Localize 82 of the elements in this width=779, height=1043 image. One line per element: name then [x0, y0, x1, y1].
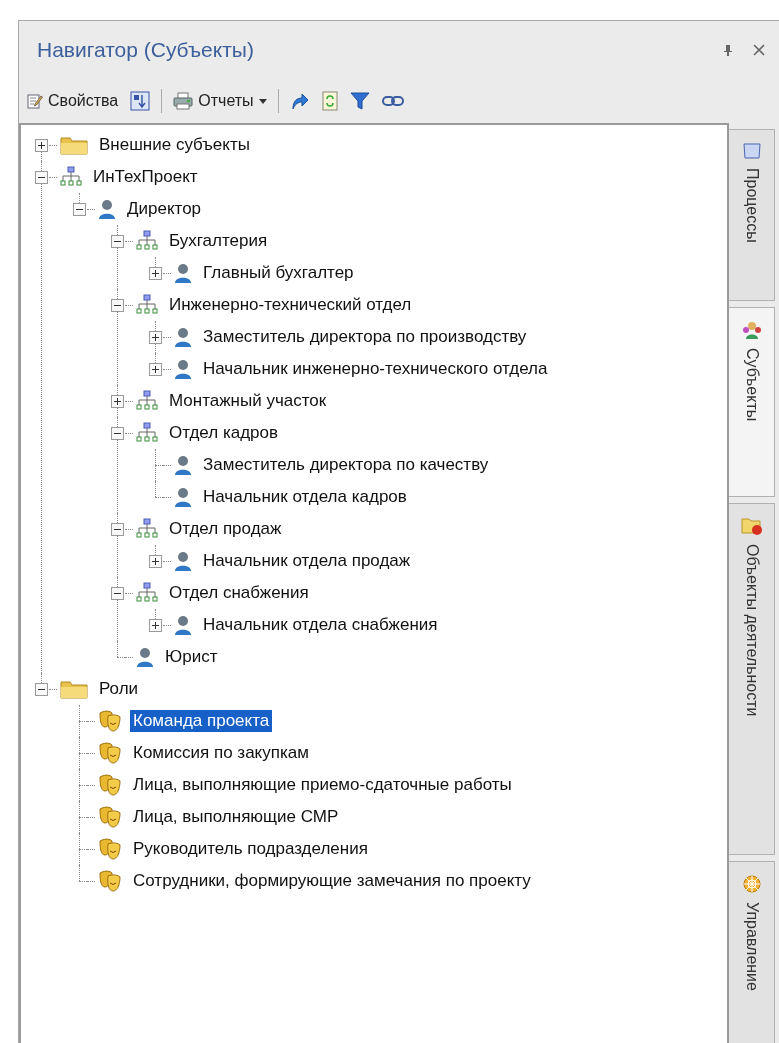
tree-item[interactable]: Комиссия по закупкам — [130, 742, 312, 764]
tree-item[interactable]: Внешние субъекты — [96, 134, 253, 156]
collapse-icon[interactable] — [111, 586, 124, 600]
refresh-icon — [321, 91, 338, 111]
filter-icon — [349, 91, 370, 111]
side-tab[interactable]: Объекты деятельности — [729, 503, 775, 855]
link-icon — [381, 95, 404, 107]
person-icon — [174, 358, 192, 380]
person-icon — [174, 326, 192, 348]
org-chart-icon — [136, 230, 158, 252]
edit-icon — [27, 93, 43, 109]
people-icon — [741, 320, 762, 340]
person-icon — [174, 550, 192, 572]
person-icon — [174, 454, 192, 476]
expand-icon[interactable] — [111, 394, 124, 408]
collapse-icon[interactable] — [111, 522, 124, 536]
tree-item[interactable]: Инженерно-технический отдел — [166, 294, 415, 316]
collapse-icon[interactable] — [35, 170, 48, 184]
expand-icon[interactable] — [149, 330, 162, 344]
tree-item[interactable]: Начальник отдела кадров — [200, 486, 410, 508]
arrow-icon — [289, 91, 310, 111]
folder-icon — [740, 516, 763, 536]
side-tab[interactable]: Управление — [729, 861, 775, 1043]
expand-icon[interactable] — [149, 554, 162, 568]
expand-icon[interactable] — [35, 138, 48, 152]
side-tab[interactable]: Субъекты — [729, 307, 775, 497]
tree-item[interactable]: Бухгалтерия — [166, 230, 271, 252]
tree-item[interactable]: Команда проекта — [130, 710, 273, 732]
tree-item[interactable]: Директор — [124, 198, 205, 220]
org-chart-icon — [136, 294, 158, 316]
expand-icon[interactable] — [149, 362, 162, 376]
pin-icon[interactable] — [723, 44, 733, 56]
tree-item[interactable]: Отдел кадров — [166, 422, 282, 444]
collapse-icon[interactable] — [73, 202, 86, 216]
mask-icon — [98, 709, 122, 733]
person-icon — [174, 262, 192, 284]
tree-item[interactable]: Заместитель директора по производству — [200, 326, 530, 348]
tree-item[interactable]: Начальник отдела снабжения — [200, 614, 441, 636]
org-chart-icon — [136, 582, 158, 604]
tree-item[interactable]: Роли — [96, 678, 142, 700]
collapse-icon[interactable] — [111, 298, 124, 312]
tree-item[interactable]: Сотрудники, формирующие замечания по проекту — [130, 870, 534, 892]
tree-item[interactable]: Главный бухгалтер — [200, 262, 357, 284]
mask-icon — [98, 837, 122, 861]
person-icon — [174, 486, 192, 508]
person-icon — [98, 198, 116, 220]
folder-icon — [60, 135, 88, 155]
mask-icon — [98, 805, 122, 829]
close-icon[interactable] — [753, 44, 765, 56]
tree-item[interactable]: Юрист — [162, 646, 221, 668]
expand-icon[interactable] — [149, 266, 162, 280]
reports-menu-button[interactable]: Отчеты — [169, 90, 271, 112]
mask-icon — [98, 869, 122, 893]
tree-item[interactable]: Руководитель подразделения — [130, 838, 371, 860]
panel-title: Навигатор (Субъекты) — [37, 38, 255, 62]
tree-item[interactable]: Лица, выполняющие приемо-сдаточные работы — [130, 774, 515, 796]
org-chart-icon — [136, 390, 158, 412]
tree-item[interactable]: Отдел продаж — [166, 518, 285, 540]
tree-item[interactable]: Заместитель директора по качеству — [200, 454, 492, 476]
tree-item[interactable]: Отдел снабжения — [166, 582, 312, 604]
person-icon — [136, 646, 154, 668]
tree-item[interactable]: Лица, выполняющие СМР — [130, 806, 342, 828]
tree-item[interactable]: Начальник отдела продаж — [200, 550, 414, 572]
mask-icon — [98, 773, 122, 797]
collapse-icon[interactable] — [35, 682, 48, 696]
tree-item[interactable]: Монтажный участок — [166, 390, 330, 412]
properties-button[interactable]: Свойства — [23, 90, 123, 112]
side-tab[interactable]: Процессы — [729, 129, 775, 301]
tree-item[interactable]: Начальник инженерно-технического отдела — [200, 358, 551, 380]
collapse-icon[interactable] — [111, 234, 124, 248]
person-icon — [174, 614, 192, 636]
printer-icon — [173, 92, 194, 110]
wheel-icon — [741, 874, 762, 894]
expand-icon[interactable] — [149, 618, 162, 632]
folder-icon — [60, 679, 88, 699]
caret-icon — [258, 98, 267, 104]
tree-item[interactable]: ИнТехПроект — [90, 166, 201, 188]
mask-icon — [98, 741, 122, 765]
org-chart-icon — [60, 166, 82, 188]
org-chart-icon — [136, 518, 158, 540]
org-chart-icon — [136, 422, 158, 444]
collapse-icon[interactable] — [111, 426, 124, 440]
